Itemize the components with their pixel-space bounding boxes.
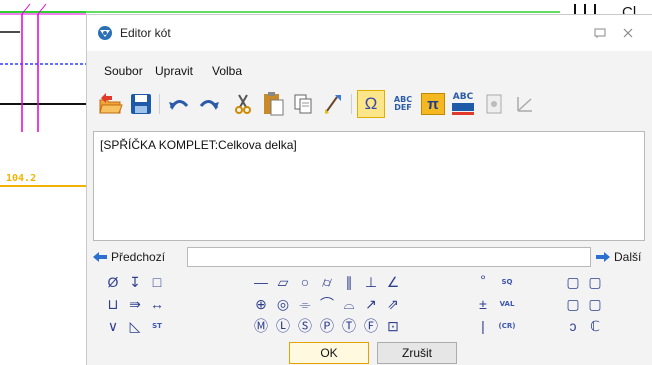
frame-box-right-icon[interactable]: ▢ (585, 294, 605, 314)
open-folder-icon[interactable] (97, 90, 125, 118)
format-brush-icon[interactable] (319, 90, 347, 118)
circularity-icon[interactable]: ○ (295, 272, 315, 292)
cancel-button[interactable]: Zrušit (377, 342, 457, 364)
free-state-icon[interactable]: Ⓕ (361, 316, 381, 336)
arrow-left-icon (93, 252, 107, 262)
next-button[interactable]: Další (596, 247, 641, 267)
arc-length-icon[interactable]: ↔ (147, 294, 167, 314)
projected-zone-icon[interactable]: Ⓟ (317, 316, 337, 336)
mmc-icon[interactable]: Ⓜ (251, 316, 271, 336)
diameter-icon[interactable]: Ø (103, 272, 123, 292)
symbol-palette: Ø ↧ □ ⊔ ⇛ ↔ ∨ ◺ ST — ▱ ○ ⌭ ∥ ⊥ ∠ ⊕ ◎ ⌯ ⌒… (87, 272, 652, 342)
square-icon[interactable]: □ (147, 272, 167, 292)
vertical-bar-icon[interactable]: | (473, 316, 493, 336)
dimension-value: 104.2 (6, 173, 37, 184)
tangent-plane-icon[interactable]: Ⓣ (339, 316, 359, 336)
window-title: Editor kót (120, 26, 171, 40)
frame-box-left-icon[interactable]: ▢ (563, 294, 583, 314)
save-icon[interactable] (127, 90, 155, 118)
plus-minus-icon[interactable]: ± (473, 294, 493, 314)
circular-runout-icon[interactable]: ↗ (361, 294, 381, 314)
dimension-text-editor[interactable]: [SPŘÍČKA KOMPLET:Celkova delka] (93, 131, 645, 241)
cut-icon[interactable] (229, 90, 257, 118)
datum-target-icon[interactable]: ⊡ (383, 316, 403, 336)
navigation-row: Předchozí Další (93, 247, 648, 267)
cylindricity-icon[interactable]: ⌭ (317, 272, 337, 292)
restore-icon[interactable] (590, 23, 610, 43)
abc-def-icon[interactable]: ABC DEF (389, 90, 417, 118)
profile-line-icon[interactable]: ⌒ (317, 294, 337, 314)
menu-soubor[interactable]: Soubor (104, 64, 143, 78)
countersink-icon[interactable]: ∨ (103, 316, 123, 336)
toolbar: Ω ABC DEF π ABC (95, 88, 645, 122)
profile-surface-icon[interactable]: ⌓ (339, 294, 359, 314)
depth-icon[interactable]: ↧ (125, 272, 145, 292)
previous-button[interactable]: Předchozí (93, 247, 165, 267)
parallelism-icon[interactable]: ∥ (339, 272, 359, 292)
lmc-icon[interactable]: Ⓛ (273, 316, 293, 336)
frame-rounded-right-icon[interactable]: ▢ (585, 272, 605, 292)
perpendicularity-icon[interactable]: ⊥ (361, 272, 381, 292)
undo-icon[interactable] (165, 90, 193, 118)
copy-icon[interactable] (289, 90, 317, 118)
app-icon (98, 26, 112, 40)
counterbore-icon[interactable]: ⊔ (103, 294, 123, 314)
cr-symbol[interactable]: (CR) (497, 316, 517, 336)
ok-button[interactable]: OK (289, 342, 369, 364)
pi-symbol-icon[interactable]: π (419, 90, 447, 118)
menu-upravit[interactable]: Upravit (155, 64, 193, 78)
concentricity-icon[interactable]: ◎ (273, 294, 293, 314)
val-symbol[interactable]: VAL (497, 294, 517, 314)
omega-symbol-icon[interactable]: Ω (357, 90, 385, 118)
taper-icon[interactable]: ⇛ (125, 294, 145, 314)
toolbar-separator (159, 94, 160, 114)
flatness-icon[interactable]: ▱ (273, 272, 293, 292)
total-runout-icon[interactable]: ⇗ (383, 294, 403, 314)
navigation-input[interactable] (187, 247, 591, 267)
sq-symbol[interactable]: SQ (497, 272, 517, 292)
frame-arc-right-icon[interactable]: ℂ (585, 316, 605, 336)
straightness-icon[interactable]: — (251, 272, 271, 292)
symmetry-icon[interactable]: ⌯ (295, 294, 315, 314)
title-bar[interactable]: Editor kót (87, 15, 652, 51)
position-icon[interactable]: ⊕ (251, 294, 271, 314)
frame-arc-left-icon[interactable]: ↄ (563, 316, 583, 336)
rfs-icon[interactable]: Ⓢ (295, 316, 315, 336)
frame-rounded-left-icon[interactable]: ▢ (563, 272, 583, 292)
toolbar-separator (351, 94, 352, 114)
menu-bar: Soubor Upravit Volba (87, 61, 652, 81)
angularity-icon[interactable]: ∠ (383, 272, 403, 292)
arrow-right-icon (596, 252, 610, 262)
stack-fraction-icon[interactable] (481, 90, 509, 118)
menu-volba[interactable]: Volba (212, 64, 242, 78)
redo-icon[interactable] (195, 90, 223, 118)
slope-icon[interactable]: ◺ (125, 316, 145, 336)
st-symbol[interactable]: ST (147, 316, 167, 336)
abc-format-icon[interactable]: ABC (449, 90, 477, 118)
close-icon[interactable] (618, 23, 638, 43)
paste-icon[interactable] (259, 90, 287, 118)
degree-icon[interactable]: ° (473, 270, 493, 290)
dimension-editor-dialog: Editor kót Soubor Upravit Volba Ω ABC DE… (86, 14, 652, 365)
leader-icon[interactable] (511, 90, 539, 118)
